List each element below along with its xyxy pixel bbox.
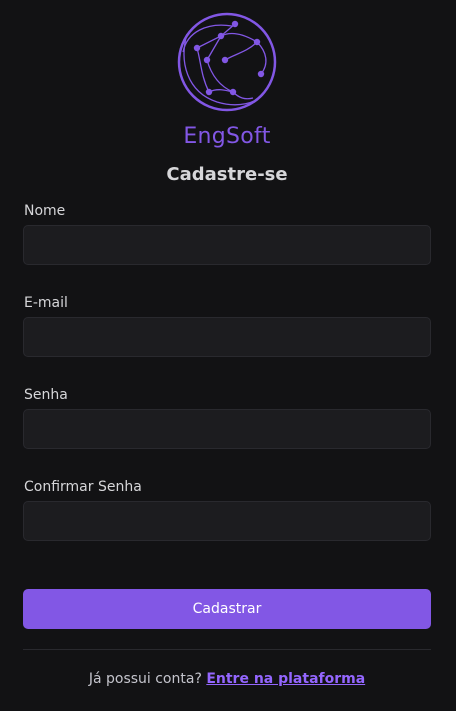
email-input[interactable] [23,317,431,357]
password-label: Senha [24,387,68,403]
login-prompt-text: Já possui conta? [88,671,202,687]
name-input[interactable] [23,225,431,265]
name-label: Nome [24,203,66,219]
page-title: Cadastre-se [166,164,288,185]
email-label: E-mail [24,295,68,311]
password-input[interactable] [23,409,431,449]
login-prompt: Já possui conta? Entre na plataforma [23,671,431,687]
network-globe-icon [177,12,277,112]
divider [23,649,431,650]
logo: EngSoft [177,12,277,149]
confirm-password-label: Confirmar Senha [24,479,142,495]
confirm-password-input[interactable] [23,501,431,541]
register-button[interactable]: Cadastrar [23,589,431,629]
brand-name: EngSoft [183,124,271,149]
login-link[interactable]: Entre na plataforma [206,671,365,687]
